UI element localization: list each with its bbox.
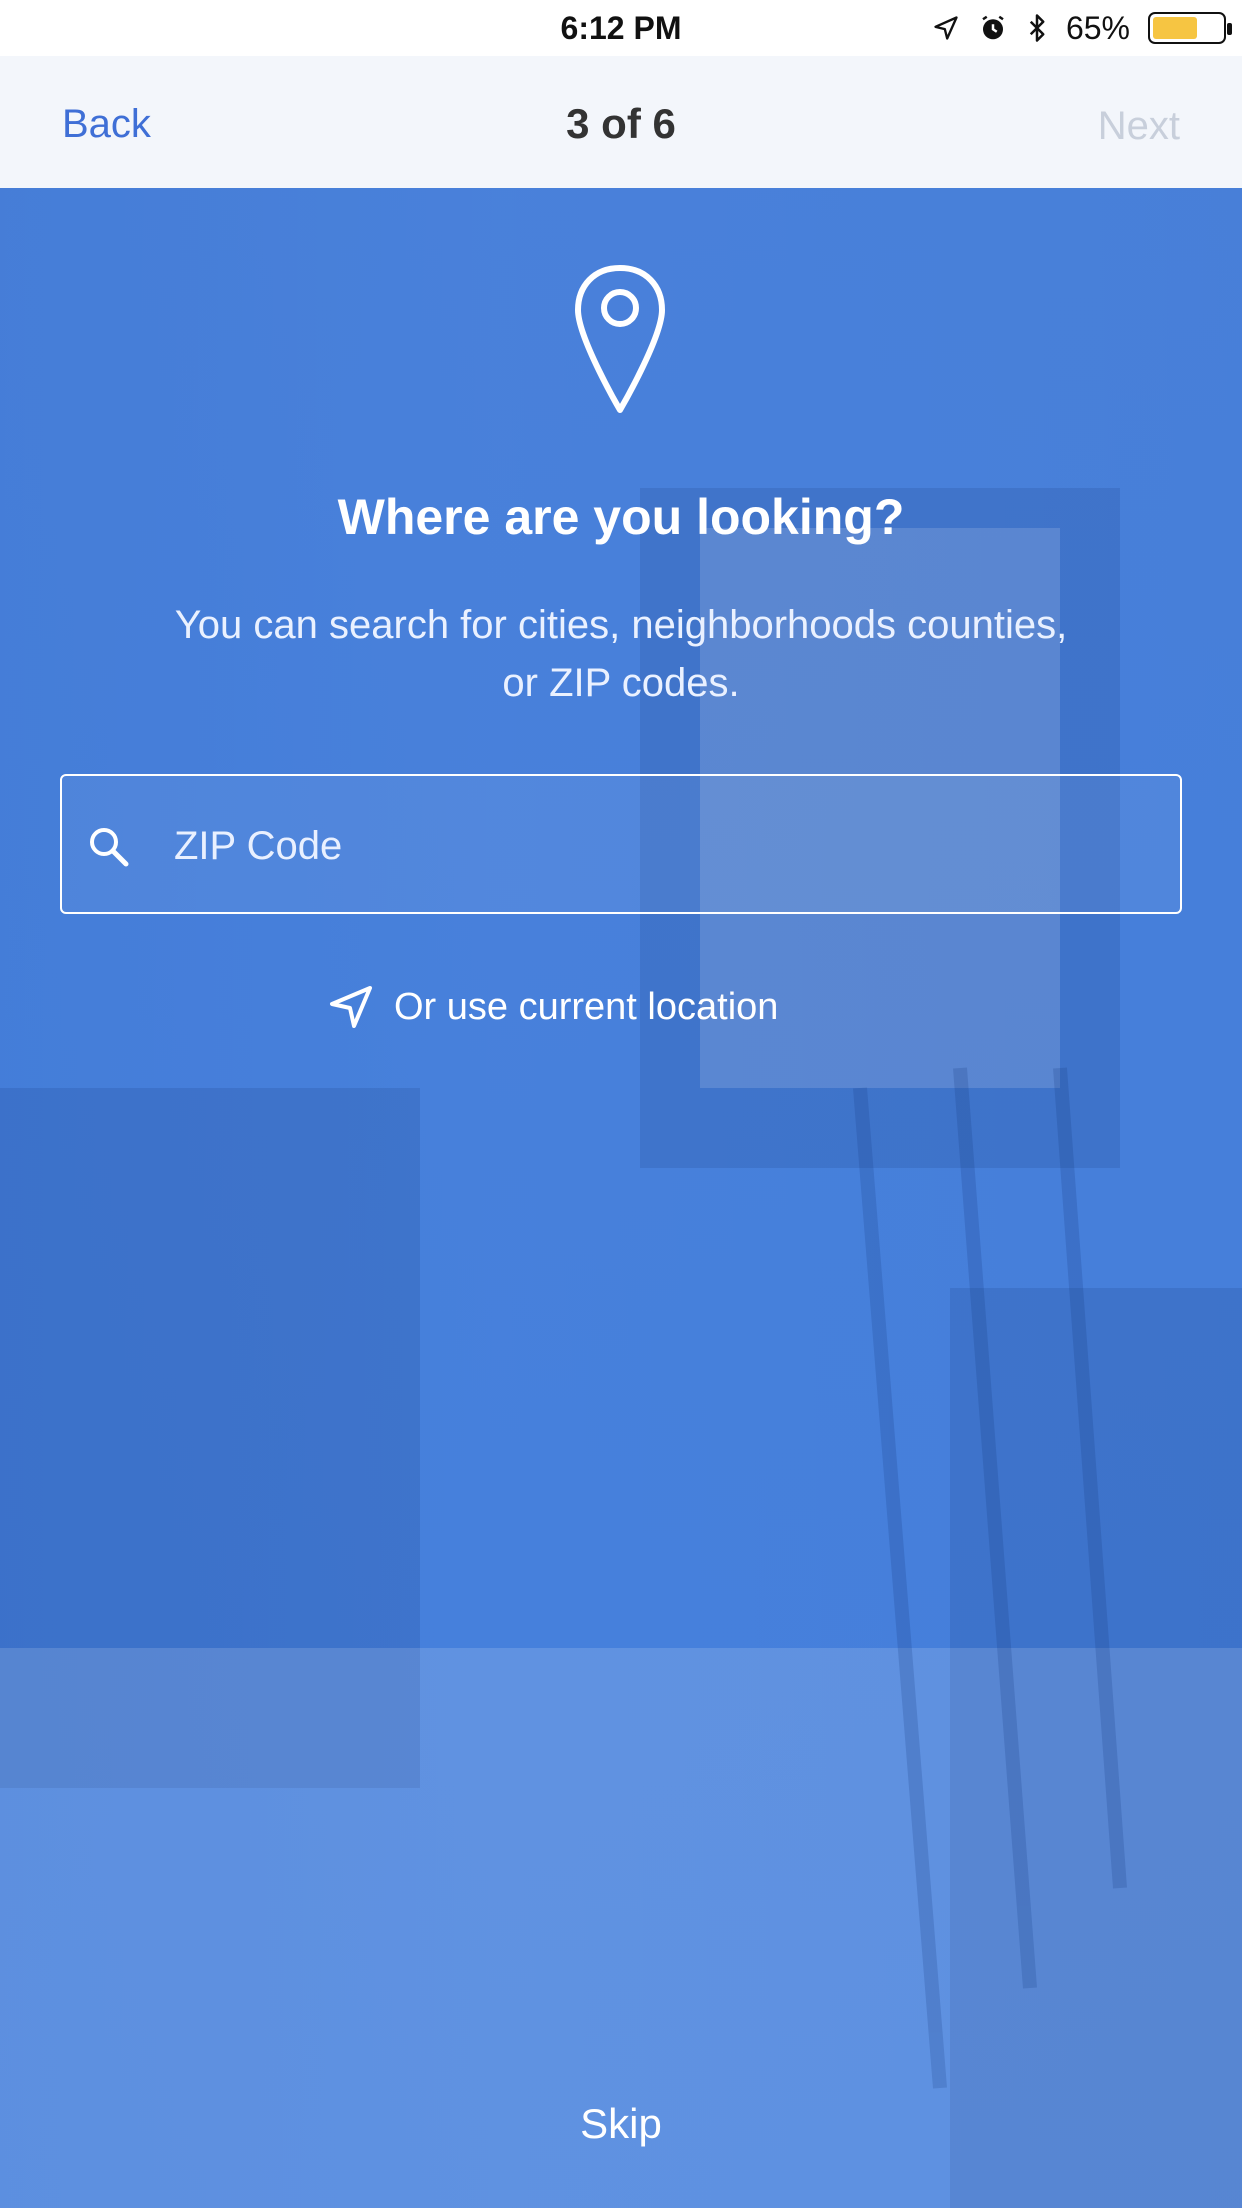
page-title: Where are you looking? — [337, 489, 905, 545]
bluetooth-icon — [1029, 14, 1045, 42]
location-arrow-icon — [934, 16, 958, 40]
next-button[interactable]: Next — [1098, 104, 1180, 149]
status-time: 6:12 PM — [560, 9, 682, 46]
use-current-location-button[interactable]: Or use current location — [328, 982, 778, 1032]
alarm-icon — [982, 15, 1004, 40]
background-image: Where are you looking? You can search fo… — [0, 188, 1242, 2208]
map-pin-icon — [575, 265, 665, 413]
zip-code-field[interactable] — [60, 774, 1182, 914]
step-indicator: 3 of 6 — [566, 100, 676, 147]
skip-button[interactable]: Skip — [0, 2100, 1242, 2148]
battery-percent: 65% — [1065, 9, 1130, 46]
search-icon — [90, 828, 129, 867]
status-icons: 65% — [932, 0, 1232, 56]
battery-fill — [1153, 17, 1198, 39]
battery-icon — [1148, 12, 1232, 44]
location-arrow-icon — [330, 986, 372, 1028]
nav-bar: Back 3 of 6 Next — [0, 56, 1242, 188]
page-subtitle: You can search for cities, neighborhoods… — [174, 603, 1068, 705]
current-location-label: Or use current location — [394, 985, 779, 1028]
status-bar: 6:12 PM 65% — [0, 0, 1242, 56]
zip-code-input[interactable] — [174, 816, 1134, 876]
